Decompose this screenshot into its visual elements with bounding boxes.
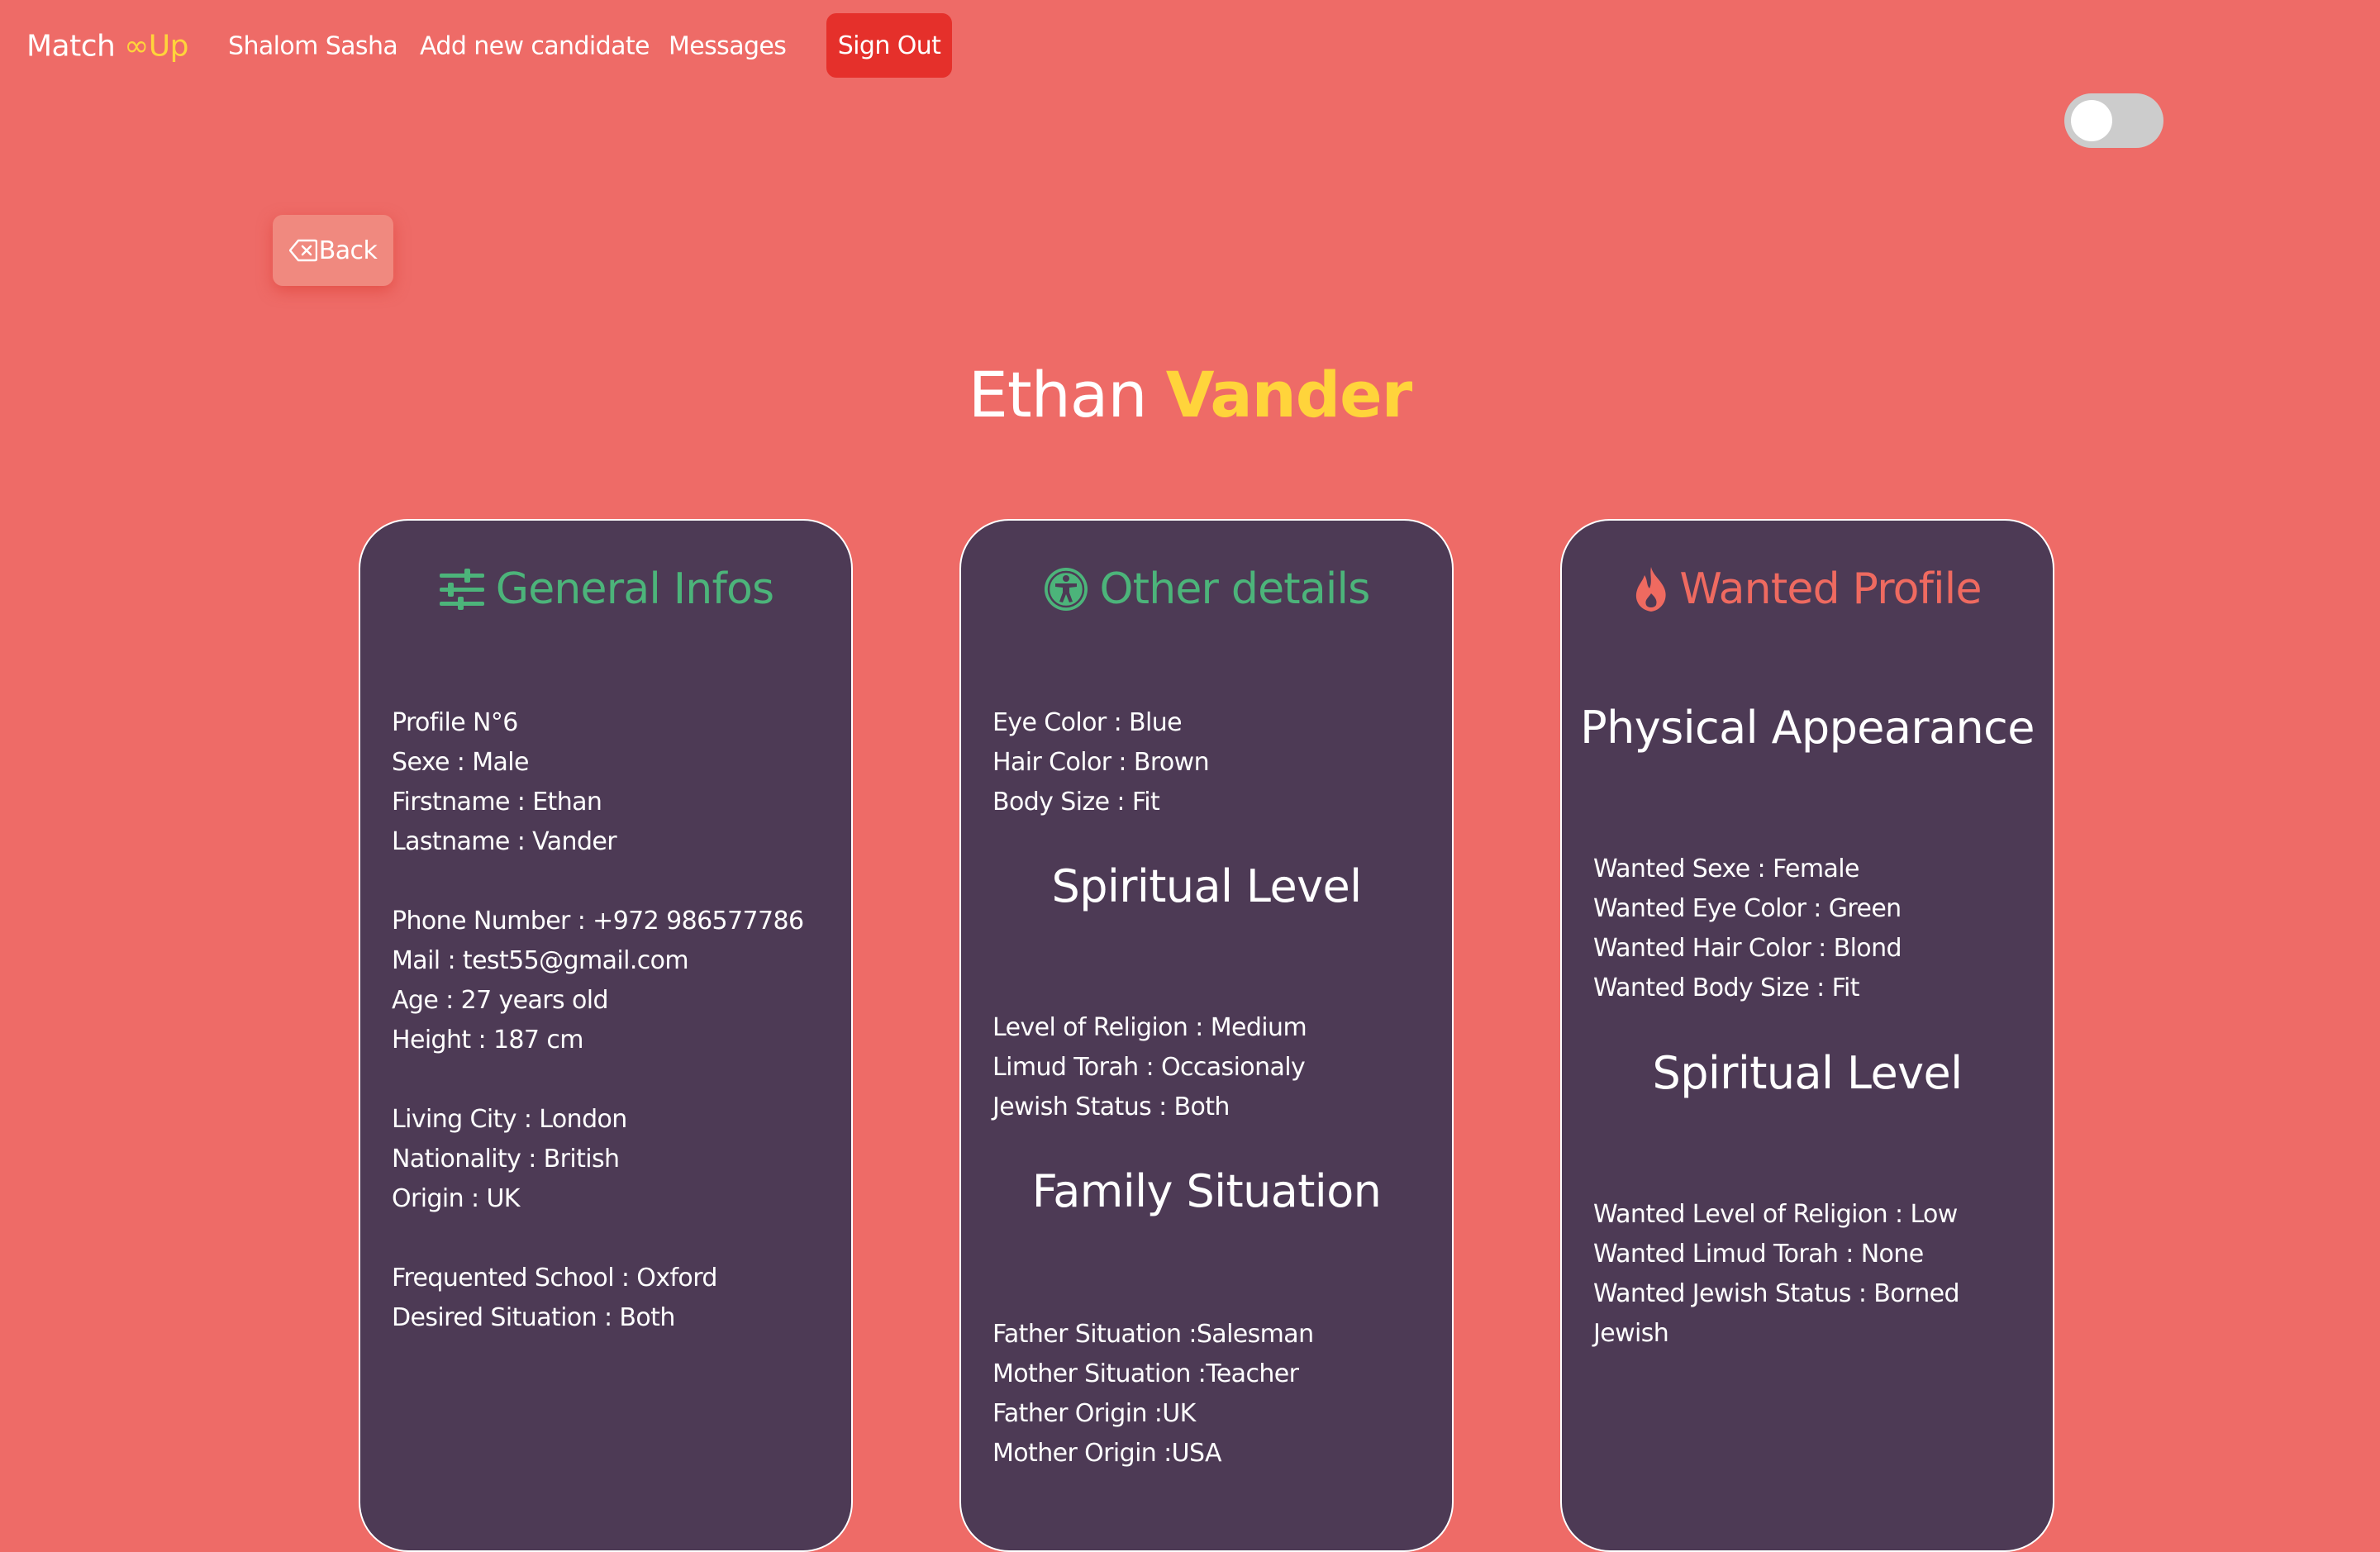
info-mail: Mail : test55@gmail.com (392, 946, 689, 975)
family-situation-heading: Family Situation (1031, 1165, 1382, 1217)
general-infos-title: General Infos (360, 560, 851, 618)
candidate-firstname: Ethan (968, 358, 1148, 431)
wanted-spiritual-heading: Spiritual Level (1652, 1047, 1963, 1099)
detail-eye-color: Eye Color : Blue (992, 708, 1183, 737)
sign-out-button[interactable]: Sign Out (826, 13, 952, 78)
detail-mother-situation: Mother Situation :Teacher (992, 1359, 1299, 1388)
nav-link-add-candidate[interactable]: Add new candidate (420, 32, 650, 61)
wanted-profile-label: Wanted Profile (1679, 564, 1982, 614)
general-infos-label: General Infos (495, 564, 774, 614)
info-desired-situation: Desired Situation : Both (392, 1303, 675, 1332)
wanted-profile-card: Wanted Profile Physical Appearance Wante… (1560, 519, 2054, 1552)
navbar: Match ∞Up Shalom Sasha Add new candidate… (0, 0, 2380, 93)
detail-body-size: Body Size : Fit (992, 788, 1160, 816)
brand-accent: ∞Up (124, 29, 188, 64)
info-lastname: Lastname : Vander (392, 827, 617, 856)
info-sexe: Sexe : Male (392, 748, 530, 777)
wanted-body-size: Wanted Body Size : Fit (1593, 974, 1860, 1002)
wanted-religion-level: Wanted Level of Religion : Low (1593, 1200, 1958, 1229)
spiritual-level-heading: Spiritual Level (1051, 860, 1363, 912)
candidate-lastname: Vander (1165, 358, 1412, 431)
general-infos-card: General Infos Profile N°6 Sexe : Male Fi… (359, 519, 853, 1552)
accessibility-icon (1043, 566, 1089, 612)
sliders-icon (438, 569, 486, 610)
detail-hair-color: Hair Color : Brown (992, 748, 1210, 777)
detail-mother-origin: Mother Origin :USA (992, 1439, 1222, 1468)
wanted-eye-color: Wanted Eye Color : Green (1593, 894, 1902, 923)
brand-logo[interactable]: Match ∞Up (26, 30, 188, 64)
wanted-limud-torah: Wanted Limud Torah : None (1593, 1240, 1924, 1269)
info-firstname: Firstname : Ethan (392, 788, 602, 816)
info-origin: Origin : UK (392, 1184, 520, 1213)
info-living-city: Living City : London (392, 1105, 627, 1134)
back-label: Back (318, 236, 378, 265)
info-height: Height : 187 cm (392, 1026, 583, 1055)
back-button[interactable]: Back (273, 215, 393, 286)
nav-link-messages[interactable]: Messages (669, 32, 787, 61)
other-details-label: Other details (1099, 564, 1370, 614)
fire-icon (1633, 565, 1669, 613)
detail-limud-torah: Limud Torah : Occasionaly (992, 1053, 1306, 1082)
wanted-jewish-status-cont: Jewish (1593, 1319, 1669, 1348)
physical-appearance-heading: Physical Appearance (1580, 702, 2035, 754)
toggle-knob (2071, 100, 2112, 141)
info-school: Frequented School : Oxford (392, 1264, 717, 1293)
info-age: Age : 27 years old (392, 986, 609, 1015)
detail-father-situation: Father Situation :Salesman (992, 1320, 1314, 1349)
info-phone: Phone Number : +972 986577786 (392, 907, 804, 935)
brand-main: Match (26, 29, 125, 64)
backspace-icon (288, 239, 317, 262)
detail-father-origin: Father Origin :UK (992, 1399, 1196, 1428)
wanted-profile-title: Wanted Profile (1562, 560, 2053, 618)
wanted-hair-color: Wanted Hair Color : Blond (1593, 934, 1902, 963)
nav-link-user[interactable]: Shalom Sasha (228, 32, 398, 61)
detail-religion-level: Level of Religion : Medium (992, 1013, 1307, 1042)
detail-jewish-status: Jewish Status : Both (992, 1093, 1230, 1121)
other-details-title: Other details (961, 560, 1452, 618)
info-profile-number: Profile N°6 (392, 708, 518, 737)
theme-toggle[interactable] (2064, 93, 2163, 148)
page-title: Ethan Vander (0, 354, 2380, 436)
other-details-card: Other details Eye Color : Blue Hair Colo… (959, 519, 1454, 1552)
wanted-jewish-status: Wanted Jewish Status : Borned (1593, 1279, 1960, 1308)
wanted-sexe: Wanted Sexe : Female (1593, 855, 1859, 883)
info-nationality: Nationality : British (392, 1145, 620, 1174)
